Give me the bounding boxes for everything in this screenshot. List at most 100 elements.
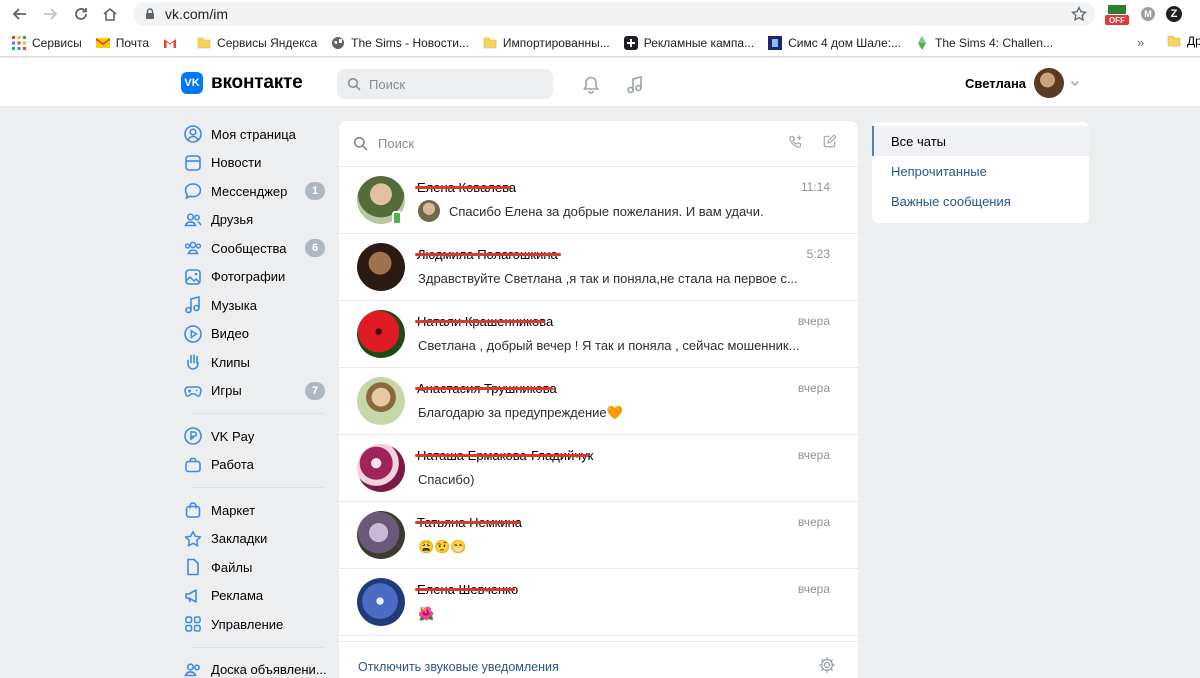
bookmarks-overflow-button[interactable]: » [1137, 35, 1144, 50]
bookmark-yandex-services[interactable]: Сервисы Яндекса [197, 36, 317, 50]
sidebar-item-work[interactable]: Работа [180, 451, 330, 480]
gear-icon[interactable] [818, 656, 836, 674]
avatar [357, 511, 405, 559]
bookmark-imported[interactable]: Импортированны... [483, 36, 610, 50]
site-icon [768, 35, 783, 50]
redaction-strike [415, 253, 561, 256]
messenger-count-badge: 1 [305, 182, 325, 200]
extension-z-icon[interactable]: Z [1166, 6, 1182, 22]
online-mobile-icon [392, 211, 402, 225]
plumbob-icon [917, 35, 926, 50]
sidebar-item-news[interactable]: Новости [180, 149, 330, 178]
bookmark-star-icon[interactable] [1071, 6, 1087, 22]
dialog-search-input[interactable]: Поиск [339, 121, 858, 167]
bookmark-services[interactable]: Сервисы [12, 35, 82, 50]
friends-icon [184, 213, 202, 227]
dialog-row[interactable]: Анастасия Трушникова вчера Благодарю за … [339, 368, 858, 435]
svg-text:OFF: OFF [1109, 16, 1125, 25]
back-arrow-icon[interactable] [11, 5, 29, 23]
sidebar-item-photos[interactable]: Фотографии [180, 263, 330, 292]
gmail-icon [164, 38, 177, 48]
dialog-row[interactable]: Елена Ковалева 11:14 Спасибо Елена за до… [339, 167, 858, 234]
bookmark-ads[interactable]: Рекламные кампа... [623, 35, 754, 50]
bookmark-other[interactable]: Др [1167, 34, 1200, 48]
sidebar-item-messenger[interactable]: Мессенджер 1 [180, 177, 330, 206]
profile-menu[interactable]: Светлана [965, 68, 1080, 98]
dialog-row[interactable]: Елена Шевченко вчера 🌺 [339, 569, 858, 636]
dialog-time: вчера [797, 582, 830, 596]
dialog-row[interactable]: Натали Крашенникова вчера Светлана , доб… [339, 301, 858, 368]
header-search-input[interactable]: Поиск [337, 69, 553, 99]
dialog-row[interactable]: Татьяна Немкина вчера 😩🤨😁 [339, 502, 858, 569]
dialog-row[interactable]: Наташа Ермакова-Гладийчук вчера Спасибо) [339, 435, 858, 502]
extension-m-icon[interactable]: M [1141, 7, 1155, 21]
sidebar-item-communities[interactable]: Сообщества 6 [180, 234, 330, 263]
compose-icon[interactable] [822, 134, 837, 149]
games-icon [184, 386, 202, 397]
sidebar-item-bookmarks[interactable]: Закладки [180, 525, 330, 554]
redaction-strike [415, 387, 553, 390]
news-icon [185, 154, 201, 171]
sidebar-item-files[interactable]: Файлы [180, 553, 330, 582]
chat-filters: Все чаты Непрочитанные Важные сообщения [872, 122, 1089, 223]
filter-unread[interactable]: Непрочитанные [872, 156, 1089, 186]
avatar [1034, 68, 1065, 98]
search-icon [353, 136, 368, 151]
grid-manage-icon [185, 616, 201, 632]
sidebar-item-manage[interactable]: Управление [180, 610, 330, 639]
sidebar-item-clips[interactable]: Клипы [180, 348, 330, 377]
vk-logo[interactable]: VK вконтакте [181, 72, 303, 94]
forward-arrow-icon[interactable] [41, 5, 59, 23]
bookmark-sims4-house[interactable]: Симс 4 дом Шале:... [768, 35, 901, 50]
photo-icon [185, 268, 201, 285]
bookmark-mail[interactable]: Почта [95, 36, 149, 50]
avatar [357, 578, 405, 626]
bookmark-sims-news[interactable]: The Sims - Новости... [331, 36, 469, 50]
redaction-strike [415, 521, 521, 524]
sidebar-item-friends[interactable]: Друзья [180, 206, 330, 235]
filter-all-chats[interactable]: Все чаты [872, 126, 1089, 156]
briefcase-icon [185, 457, 201, 473]
url-text: vk.com/im [165, 6, 228, 22]
vk-logo-text: вконтакте [211, 72, 303, 93]
sidebar-item-market[interactable]: Маркет [180, 496, 330, 525]
dialog-time: вчера [797, 515, 830, 529]
sidebar-item-music[interactable]: Музыка [180, 291, 330, 320]
sidebar-item-board[interactable]: Доска объявлени... [180, 656, 330, 678]
sidebar-item-video[interactable]: Видео [180, 320, 330, 349]
sidebar-item-my-page[interactable]: Моя страница [180, 120, 330, 149]
bookmark-sims4-challenge[interactable]: The Sims 4: Challen... [915, 35, 1053, 50]
dialog-search-placeholder: Поиск [378, 136, 415, 151]
home-icon[interactable] [101, 5, 119, 23]
sidebar-item-vkpay[interactable]: VK Pay [180, 422, 330, 451]
folder-icon [1167, 35, 1181, 47]
vk-logo-mark-icon: VK [181, 72, 203, 94]
sidebar-item-games[interactable]: Игры 7 [180, 377, 330, 406]
avatar [357, 444, 405, 492]
bell-icon[interactable] [581, 75, 601, 95]
address-bar[interactable]: vk.com/im [133, 2, 1095, 26]
reload-icon[interactable] [72, 5, 90, 23]
vk-header: VK вконтакте Поиск Светлана [0, 58, 1200, 107]
disable-sound-link[interactable]: Отключить звуковые уведомления [358, 660, 559, 674]
call-add-icon[interactable] [788, 134, 803, 149]
dialog-row[interactable]: Людмила Полагошкина 5:23 Здравствуйте Св… [339, 234, 858, 301]
dialog-preview: Здравствуйте Светлана ,я так и поняла,не… [418, 271, 798, 286]
music-note-icon[interactable] [625, 75, 645, 95]
dialog-preview: Спасибо) [418, 472, 475, 487]
megaphone-icon [185, 588, 197, 603]
message-icon [184, 183, 202, 200]
extension-off-icon[interactable]: OFF [1105, 4, 1129, 26]
bookmark-gmail[interactable] [163, 36, 183, 50]
vkpay-icon [184, 427, 202, 446]
sidebar-divider [192, 413, 324, 414]
messenger-panel: Поиск Елена Ковалева 11:14 Спасибо Елена… [339, 121, 858, 678]
lock-icon [146, 8, 154, 19]
dialog-time: 5:23 [806, 247, 830, 261]
browser-toolbar: vk.com/im OFF M Z [0, 0, 1200, 29]
filter-important[interactable]: Важные сообщения [872, 186, 1089, 216]
search-icon [347, 77, 361, 91]
communities-count-badge: 6 [305, 239, 325, 257]
messenger-footer: Отключить звуковые уведомления [339, 641, 858, 678]
sidebar-item-ads[interactable]: Реклама [180, 582, 330, 611]
